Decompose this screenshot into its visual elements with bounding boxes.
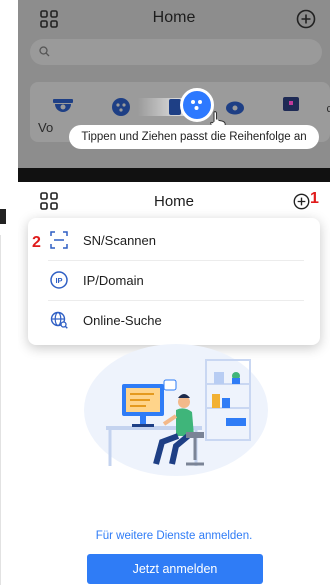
top-header: Home — [18, 0, 330, 38]
globe-search-icon — [50, 311, 68, 329]
page-title: Home — [153, 193, 194, 210]
step-1-annotation: 1 — [310, 190, 319, 207]
card-right-label: c — [326, 103, 331, 115]
ip-icon: IP — [50, 271, 68, 289]
bottom-header: Home 1 — [18, 182, 330, 220]
side-edge — [0, 235, 1, 585]
plus-circle-icon[interactable] — [296, 9, 316, 29]
menu-item-label: SN/Scannen — [83, 233, 156, 248]
hub-device-icon — [112, 98, 130, 116]
login-button[interactable]: Jetzt anmelden — [87, 554, 263, 584]
dome-camera-icon — [53, 99, 73, 112]
top-screenshot: Home Vo c Tippen und Ziehen passt die Re… — [18, 0, 330, 168]
login-prompt: Für weitere Dienste anmelden. — [95, 530, 253, 542]
top-search-bar[interactable] — [30, 39, 322, 65]
side-marker — [0, 209, 6, 224]
nvr-device-icon — [283, 97, 299, 111]
plus-circle-icon[interactable] — [293, 193, 310, 210]
add-device-menu: 2 SN/Scannen IP IP/Domain Online-Suche — [28, 218, 320, 345]
card-left-label: Vo — [38, 120, 54, 135]
menu-item-ip-domain[interactable]: IP IP/Domain — [28, 261, 320, 300]
menu-item-label: Online-Suche — [83, 313, 162, 328]
top-page-title: Home — [152, 9, 196, 26]
screenshot-divider — [18, 168, 330, 182]
menu-item-sn-scan[interactable]: SN/Scannen — [28, 221, 320, 260]
menu-item-label: IP/Domain — [83, 273, 144, 288]
eye-camera-icon — [226, 101, 244, 115]
search-icon — [39, 46, 50, 57]
reorder-tooltip: Tippen und Ziehen passt die Reihenfolge … — [69, 119, 319, 149]
scan-icon — [50, 231, 68, 249]
workspace-illustration — [84, 344, 268, 476]
svg-text:IP: IP — [55, 276, 62, 285]
tutorial-frame: Home Vo c Tippen und Ziehen passt die Re… — [0, 0, 336, 585]
bottom-screenshot: Home 1 2 SN/Scannen IP IP/Domain Online-… — [18, 182, 330, 585]
menu-item-online-search[interactable]: Online-Suche — [28, 301, 320, 340]
